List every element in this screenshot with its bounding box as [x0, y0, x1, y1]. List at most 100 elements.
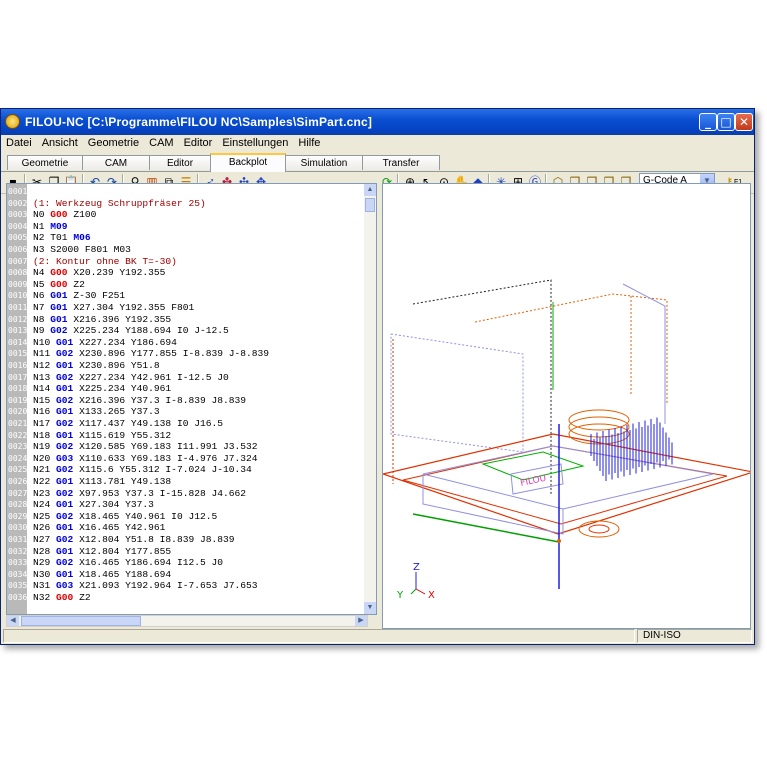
menu-cam[interactable]: CAM [144, 135, 178, 149]
code-token: X120.585 Y69.183 I11.991 J3.532 [73, 441, 258, 453]
code-token: N13 [33, 371, 57, 383]
code-line[interactable]: N12 G01 X230.896 Y51.8 [33, 360, 160, 372]
menu-datei[interactable]: Datei [1, 135, 37, 149]
code-line[interactable]: N21 G02 X115.6 Y55.312 I-7.024 J-10.34 [33, 464, 252, 476]
code-line[interactable]: N23 G02 X97.953 Y37.3 I-15.828 J4.662 [33, 488, 246, 500]
code-line[interactable]: N5 G00 Z2 [33, 279, 85, 291]
code-line[interactable]: N7 G01 X27.304 Y192.355 F801 [33, 302, 194, 314]
code-token: G02 [56, 371, 74, 383]
code-line[interactable]: N14 G01 X225.234 Y40.961 [33, 383, 171, 395]
code-token: N1 [33, 220, 51, 232]
window-title: FILOU-NC [C:\Programme\FILOU NC\Samples\… [25, 115, 373, 129]
status-bar: DIN-ISO [1, 628, 754, 644]
code-token: Z100 [67, 209, 97, 221]
code-token: G01 [50, 313, 68, 325]
scroll-up-arrow[interactable]: ▲ [364, 184, 376, 196]
code-line[interactable]: (1: Werkzeug Schruppfräser 25) [33, 198, 206, 210]
x-axis-label: X [428, 590, 435, 601]
scroll-thumb[interactable] [365, 198, 375, 212]
code-line[interactable]: N30 G01 X18.465 Y188.694 [33, 569, 171, 581]
code-line[interactable]: (2: Kontur ohne BK T=-30) [33, 256, 177, 268]
z-axis-label: Z [413, 562, 420, 573]
code-token: N17 [33, 418, 57, 429]
code-token: G02 [56, 418, 74, 429]
scroll-down-arrow[interactable]: ▼ [364, 602, 376, 614]
code-line[interactable]: N1 M09 [33, 221, 68, 233]
code-line[interactable]: N3 S2000 F801 M03 [33, 244, 131, 256]
close-button[interactable]: ✕ [735, 113, 753, 131]
line-number: 0002 [8, 198, 28, 208]
code-line[interactable]: N8 G01 X216.396 Y192.355 [33, 314, 171, 326]
status-main [3, 629, 635, 643]
code-line[interactable]: N6 G01 Z-30 F251 [33, 290, 125, 302]
code-line[interactable]: N2 T01 M06 [33, 232, 91, 244]
code-line[interactable]: N24 G01 X27.304 Y37.3 [33, 499, 154, 511]
menu-geometrie[interactable]: Geometrie [83, 135, 144, 149]
code-token: X12.804 Y177.855 [73, 545, 172, 557]
code-line[interactable]: N9 G02 X225.234 Y188.694 I0 J-12.5 [33, 325, 229, 337]
maximize-button[interactable]: □ [717, 113, 735, 131]
code-line[interactable]: N16 G01 X133.265 Y37.3 [33, 406, 160, 418]
code-line[interactable]: N11 G02 X230.896 Y177.855 I-8.839 J-8.83… [33, 348, 269, 360]
engraving-text: FILOU [520, 474, 548, 489]
code-token: N25 [33, 510, 57, 522]
code-line[interactable]: N31 G03 X21.093 Y192.964 I-7.653 J7.653 [33, 580, 258, 592]
code-line[interactable]: N19 G02 X120.585 Y69.183 I11.991 J3.532 [33, 441, 258, 453]
code-token: G01 [56, 336, 74, 348]
menu-editor[interactable]: Editor [179, 135, 218, 149]
minimize-button[interactable]: _ [699, 113, 717, 131]
line-number: 0006 [8, 245, 28, 254]
code-token: X110.633 Y69.183 I-4.976 J7.324 [73, 452, 258, 464]
editor-horizontal-scrollbar[interactable]: ◀ ▶ [6, 615, 368, 627]
tab-strip: Geometrie CAM Editor Backplot Simulation… [1, 153, 754, 172]
code-line[interactable]: N20 G03 X110.633 Y69.183 I-4.976 J7.324 [33, 453, 258, 465]
code-token: N2 T01 [33, 232, 74, 244]
code-line[interactable]: N26 G01 X16.465 Y42.961 [33, 522, 165, 534]
code-token: N8 [33, 313, 51, 325]
scroll-left-arrow[interactable]: ◀ [7, 616, 19, 626]
code-line[interactable]: N10 G01 X227.234 Y186.694 [33, 337, 177, 349]
code-token: X216.396 Y37.3 I-8.839 J8.839 [73, 394, 247, 406]
app-icon[interactable] [5, 114, 20, 129]
code-line[interactable]: N13 G02 X227.234 Y42.961 I-12.5 J0 [33, 372, 229, 384]
code-line[interactable]: N32 G00 Z2 [33, 592, 91, 604]
code-token: N21 [33, 464, 57, 476]
tab-backplot[interactable]: Backplot [210, 153, 286, 172]
title-bar[interactable]: FILOU-NC [C:\Programme\FILOU NC\Samples\… [1, 109, 754, 135]
code-line[interactable]: N15 G02 X216.396 Y37.3 I-8.839 J8.839 [33, 395, 246, 407]
menu-hilfe[interactable]: Hilfe [293, 135, 325, 149]
line-number: 0015 [8, 349, 28, 359]
code-token: G01 [56, 522, 74, 534]
scroll-right-arrow[interactable]: ▶ [355, 616, 367, 626]
code-line[interactable]: N0 G00 Z100 [33, 209, 96, 221]
hscroll-thumb[interactable] [21, 616, 141, 626]
code-line[interactable]: N17 G02 X117.437 Y49.138 I0 J16.5 [33, 418, 223, 430]
code-token: N12 [33, 360, 57, 371]
code-line[interactable]: N22 G01 X113.781 Y49.138 [33, 476, 171, 488]
code-token: X115.619 Y55.312 [73, 429, 172, 441]
x-axis-arrow [415, 588, 426, 595]
code-token: N15 [33, 394, 57, 406]
line-number: 0010 [8, 291, 28, 301]
code-line[interactable]: N27 G02 X12.804 Y51.8 I8.839 J8.839 [33, 534, 235, 546]
editor-vertical-scrollbar[interactable]: ▲ ▼ [364, 184, 376, 614]
code-editor[interactable]: 0001 0002 0003 0004 0005 0006 0007 0008 0009 0010… [6, 183, 377, 615]
code-token: N11 [33, 348, 57, 360]
tab-simulation[interactable]: Simulation [285, 155, 363, 170]
code-line[interactable]: N4 G00 X20.239 Y192.355 [33, 267, 165, 279]
menu-einstellungen[interactable]: Einstellungen [217, 135, 293, 149]
line-number: 0031 [8, 535, 28, 544]
code-line[interactable]: N29 G02 X16.465 Y186.694 I12.5 J0 [33, 557, 223, 569]
line-number: 0001 [8, 187, 28, 196]
tab-geometrie[interactable]: Geometrie [7, 155, 83, 170]
backplot-3d-view[interactable]: FILOU Z Y X [382, 183, 751, 629]
code-token: N6 [33, 290, 51, 302]
tab-transfer[interactable]: Transfer [362, 155, 440, 170]
code-line[interactable]: N28 G01 X12.804 Y177.855 [33, 546, 171, 558]
code-line[interactable]: N18 G01 X115.619 Y55.312 [33, 430, 171, 442]
code-line[interactable]: N25 G02 X18.465 Y40.961 I0 J12.5 [33, 511, 217, 523]
menu-ansicht[interactable]: Ansicht [37, 135, 83, 149]
tab-editor[interactable]: Editor [149, 155, 211, 170]
tab-cam[interactable]: CAM [82, 155, 150, 170]
code-token: G02 [56, 557, 74, 569]
